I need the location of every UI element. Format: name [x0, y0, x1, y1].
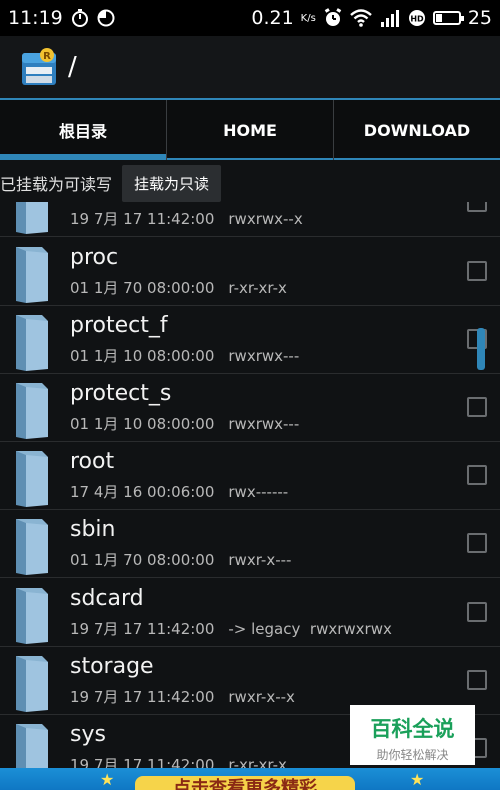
select-checkbox[interactable] — [467, 602, 487, 622]
watermark-title: 百科全说 — [370, 717, 455, 741]
file-meta: 19 7月 17 11:42:00 -> legacy rwxrwxrwx — [70, 618, 392, 639]
file-meta: 01 1月 10 08:00:00 rwxrwx--- — [70, 413, 299, 434]
file-date: 01 1月 70 08:00:00 — [70, 279, 215, 297]
wifi-icon — [350, 9, 372, 27]
file-row[interactable]: protect_f 01 1月 10 08:00:00 rwxrwx--- — [0, 307, 500, 374]
data-saver-icon — [97, 9, 115, 27]
tab-home-label: HOME — [223, 120, 277, 140]
file-date: 01 1月 70 08:00:00 — [70, 551, 215, 569]
file-permissions: -> legacy rwxrwxrwx — [228, 620, 392, 638]
tab-download-label: DOWNLOAD — [363, 120, 471, 140]
app-bar: R / — [0, 36, 500, 100]
file-meta: 01 1月 70 08:00:00 r-xr-xr-x — [70, 277, 287, 298]
root-explorer-logo-icon[interactable]: R — [20, 47, 58, 87]
network-speed: 0.21 — [251, 7, 294, 29]
signal-icon — [379, 9, 401, 27]
file-list[interactable]: 19 7月 17 11:42:00 rwxrwx--x proc 01 1月 70 0… — [0, 202, 500, 768]
file-row[interactable]: sbin 01 1月 70 08:00:00 rwxr-x--- — [0, 511, 500, 578]
file-name: protect_f — [70, 313, 168, 338]
timer-icon — [71, 9, 89, 27]
file-date: 19 7月 17 11:42:00 — [70, 620, 215, 638]
status-time: 11:19 — [8, 7, 63, 29]
file-row[interactable]: proc 01 1月 70 08:00:00 r-xr-xr-x — [0, 239, 500, 306]
select-checkbox[interactable] — [467, 533, 487, 553]
status-bar: 11:19 0.21 K/s HD 25 — [0, 0, 500, 36]
alarm-icon — [323, 8, 343, 28]
file-meta: 19 7月 17 11:42:00 rwxr-x--x — [70, 686, 295, 707]
file-permissions: rwxrwx--- — [228, 415, 300, 433]
current-path: / — [68, 52, 77, 82]
watermark-subtitle: 助你轻松解决 — [376, 748, 449, 762]
file-date: 19 7月 17 11:42:00 — [70, 688, 215, 706]
file-meta: 19 7月 17 11:42:00 r-xr-xr-x — [70, 754, 287, 768]
file-meta: 01 1月 10 08:00:00 rwxrwx--- — [70, 345, 299, 366]
ad-text[interactable]: 点击查看更多精彩 — [135, 776, 355, 790]
tab-root-label: 根目录 — [58, 122, 107, 141]
file-date: 19 7月 17 11:42:00 — [70, 210, 215, 228]
file-name: proc — [70, 245, 119, 270]
file-name: sdcard — [70, 586, 144, 611]
folder-icon — [12, 586, 52, 644]
file-row[interactable]: root 17 4月 16 00:06:00 rwx------ — [0, 443, 500, 510]
file-row[interactable]: sdcard 19 7月 17 11:42:00 -> legacy rwxrwxr… — [0, 580, 500, 647]
file-date: 01 1月 10 08:00:00 — [70, 415, 215, 433]
star-icon: ★ — [100, 770, 115, 789]
file-name: root — [70, 449, 115, 474]
file-name: protect_s — [70, 381, 172, 406]
battery-level: 25 — [467, 7, 492, 29]
ad-banner[interactable]: ★ ★ 点击查看更多精彩 — [0, 768, 500, 790]
mount-readonly-button[interactable]: 挂载为只读 — [122, 164, 222, 202]
file-date: 01 1月 10 08:00:00 — [70, 347, 215, 365]
select-checkbox[interactable] — [467, 261, 487, 281]
tab-download[interactable]: DOWNLOAD — [333, 100, 500, 160]
network-speed-unit: K/s — [300, 12, 316, 24]
file-date: 17 4月 16 00:06:00 — [70, 483, 215, 501]
file-meta: 19 7月 17 11:42:00 rwxrwx--x — [70, 208, 303, 229]
tab-indicator — [0, 154, 166, 160]
hd-call-icon: HD — [408, 9, 426, 27]
file-row[interactable]: 19 7月 17 11:42:00 rwxrwx--x — [0, 202, 500, 237]
select-checkbox[interactable] — [467, 397, 487, 417]
file-permissions: rwxrwx--- — [228, 347, 300, 365]
folder-icon — [12, 449, 52, 507]
folder-icon — [12, 722, 52, 768]
folder-icon — [12, 245, 52, 303]
select-checkbox[interactable] — [467, 670, 487, 690]
file-meta: 17 4月 16 00:06:00 rwx------ — [70, 481, 288, 502]
svg-text:R: R — [43, 51, 51, 62]
tab-home[interactable]: HOME — [166, 100, 333, 160]
battery-icon — [432, 11, 464, 25]
folder-icon — [12, 381, 52, 439]
tab-indicator — [334, 158, 500, 160]
file-permissions: rwx------ — [228, 483, 289, 501]
tab-bar: 根目录 HOME DOWNLOAD — [0, 100, 500, 160]
file-name: storage — [70, 654, 154, 679]
file-permissions: rwxrwx--x — [228, 210, 303, 228]
folder-icon — [12, 517, 52, 575]
select-checkbox[interactable] — [467, 465, 487, 485]
file-date: 19 7月 17 11:42:00 — [70, 756, 215, 768]
svg-text:HD: HD — [410, 15, 424, 24]
folder-icon — [12, 654, 52, 712]
mount-status-row: 已挂载为可读写 挂载为只读 — [0, 164, 500, 202]
scrollbar-thumb[interactable] — [477, 328, 485, 370]
file-row[interactable]: protect_s 01 1月 10 08:00:00 rwxrwx--- — [0, 375, 500, 442]
folder-icon — [12, 202, 52, 234]
file-name: sys — [70, 722, 106, 747]
star-icon: ★ — [410, 770, 425, 789]
file-permissions: rwxr-x--x — [228, 688, 295, 706]
file-name: sbin — [70, 517, 116, 542]
mount-status-text: 已挂载为可读写 — [0, 175, 113, 194]
watermark-logo: 百科全说 助你轻松解决 — [350, 705, 475, 765]
file-permissions: r-xr-xr-x — [228, 279, 287, 297]
tab-root[interactable]: 根目录 — [0, 100, 166, 160]
file-permissions: r-xr-xr-x — [228, 756, 287, 768]
file-meta: 01 1月 70 08:00:00 rwxr-x--- — [70, 549, 291, 570]
folder-icon — [12, 313, 52, 371]
tab-indicator — [167, 158, 333, 160]
file-permissions: rwxr-x--- — [228, 551, 292, 569]
select-checkbox[interactable] — [467, 202, 487, 212]
